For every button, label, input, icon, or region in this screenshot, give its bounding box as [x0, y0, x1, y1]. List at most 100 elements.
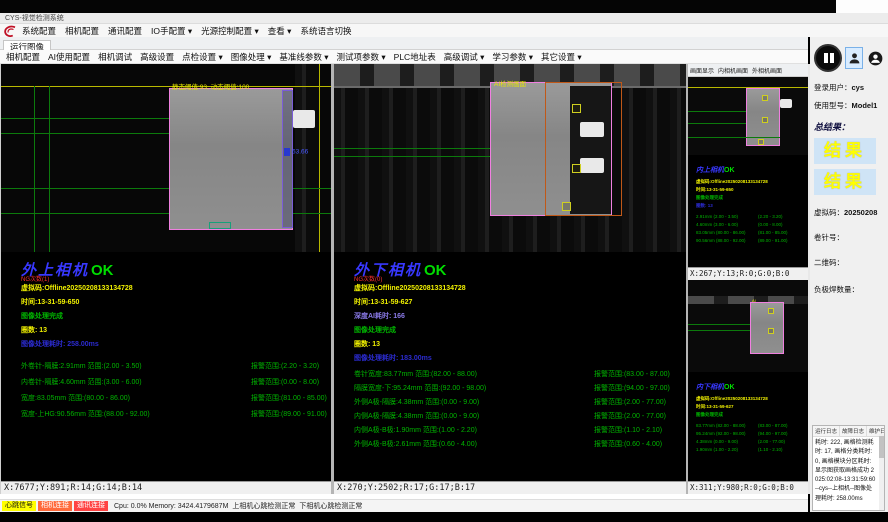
alarm-range: (0.00 - 8.00)	[758, 222, 783, 227]
toolbar-item[interactable]: 相机调试	[98, 51, 132, 63]
toolbar-item[interactable]: 相机配置	[6, 51, 40, 63]
user-icon	[848, 51, 861, 66]
measurement-value: 4.38mm (0.00 - 9.00)	[696, 439, 758, 444]
toolbar-item[interactable]: PLC地址表	[394, 51, 436, 63]
turns-line: 圈数: 13	[696, 203, 808, 209]
alarm-range: (2.20 - 3.20)	[758, 214, 783, 219]
turns-line: 圈数: 13	[21, 325, 331, 335]
measurement-value: 1.90mm (1.00 - 2.20)	[696, 447, 758, 452]
log-scrollbar[interactable]	[879, 434, 884, 511]
camera-panel-mid: AI检测画面 外下相机OK NG次数(0) 虚拟码:Offline2025020…	[334, 64, 686, 494]
menu-item[interactable]: 光源控制配置 ▾	[201, 25, 259, 37]
menu-item[interactable]: 系统配置	[22, 25, 56, 37]
alarm-range: (94.00 - 97.00)	[758, 431, 788, 436]
alarm-range: 报警范围:(2.00 - 77.00)	[594, 397, 666, 407]
toolbar-item[interactable]: 测试项参数 ▾	[337, 51, 386, 63]
measurement-value: 内侧A极-B极:1.90mm 范围:(1.00 - 2.20)	[354, 425, 594, 435]
thumbnail-header: 画面显示内相机画面外相机画面	[688, 64, 808, 77]
ai-time-line: 深度AI耗时: 166	[354, 311, 686, 321]
operator-button[interactable]	[866, 47, 884, 69]
turns-line: 圈数: 13	[354, 339, 686, 349]
toolbar-item[interactable]: 高级调试 ▾	[444, 51, 485, 63]
measurement-row: 隔膜宽度-下:95.24mm 范围:(92.00 - 98.00) 报警范围:(…	[354, 383, 686, 393]
measurement-row: 95.24mm (92.00 - 98.00) (94.00 - 97.00)	[696, 431, 808, 436]
baseline-horizontal	[1, 86, 331, 87]
alarm-range: (2.00 - 77.00)	[758, 439, 785, 444]
cpu-memory-text: Cpu: 0.0% Memory: 3424.4179687M	[114, 503, 228, 510]
thumbnail-view-option[interactable]: 外相机画面	[752, 66, 782, 75]
thumbnail-top[interactable]: 内上相机OK 虚拟码:Offline20250208133134728 时间:1…	[688, 77, 808, 267]
thumbnail-view-option[interactable]: 内相机画面	[718, 66, 748, 75]
thumbnail-view-option[interactable]: 画面显示	[690, 66, 714, 75]
menu-item[interactable]: IO手配置 ▾	[151, 25, 192, 37]
measurement-row: 内卷针-隔膜:4.60mm 范围:(3.00 - 6.00) 报警范围:(0.0…	[21, 377, 331, 387]
measurement-value: 90.56mm (88.00 - 92.00)	[696, 238, 758, 243]
menu-item[interactable]: 通讯配置	[108, 25, 142, 37]
ai-overlay-label: AI检测画面	[494, 78, 526, 88]
pixel-coords-left: X:7677;Y:891;R:14;G:14;B:14	[1, 481, 331, 494]
toolbar-item[interactable]: 其它设置 ▾	[541, 51, 582, 63]
thumbnail-top-info: 内上相机OK 虚拟码:Offline20250208133134728 时间:1…	[688, 155, 808, 243]
upper-camera-heartbeat-text: 上相机心跳检测正常	[232, 501, 295, 511]
camera-image-left[interactable]: 静态阈值:93, 动态阈值:100 63.66	[1, 64, 331, 252]
status-bar: 心跳信号 相机连接 通讯连接 Cpu: 0.0% Memory: 3424.41…	[0, 499, 808, 512]
window-title: CYS-视觉检测系统	[5, 15, 64, 22]
threshold-overlay: 静态阈值:93, 动态阈值:100	[172, 81, 249, 91]
process-time-line: 图像处理耗时: 183.00ms	[354, 353, 686, 363]
alarm-range: 报警范围:(2.00 - 77.00)	[594, 411, 666, 421]
toolbar-item[interactable]: AI使用配置	[48, 51, 90, 63]
measurement-row: 外卷针-隔膜:2.91mm 范围:(2.00 - 3.50) 报警范围:(2.2…	[21, 361, 331, 371]
alarm-range: 报警范围:(83.00 - 87.00)	[594, 369, 670, 379]
measurement-value: 卷针宽度:83.77mm 范围:(82.00 - 88.00)	[354, 369, 594, 379]
toolbar-item[interactable]: 图像处理 ▾	[231, 51, 272, 63]
weld-count-field: 负极焊数量：	[814, 284, 885, 295]
total-result-label: 总结果：	[814, 120, 885, 133]
camera-panel-left: 静态阈值:93, 动态阈值:100 63.66 外上相机OK NG次数(1) 虚…	[0, 64, 331, 494]
baseline-vertical	[319, 64, 320, 252]
thumbnail-column: 画面显示内相机画面外相机画面 内上相机OK 虚拟码:Offline2025020…	[688, 64, 808, 494]
marker-chip	[284, 148, 290, 156]
heartbeat-badge: 心跳信号	[2, 501, 36, 511]
camera-info-left: 外上相机OK NG次数(1) 虚拟码:Offline20250208133134…	[1, 252, 331, 419]
log-tab[interactable]: 故障日志	[840, 426, 867, 436]
user-circle-icon	[868, 51, 883, 66]
log-box: 运行日志故障日志维护日志 耗时: 222, 画格检测耗时: 17, 画格分类耗时…	[812, 425, 885, 511]
toolbar-item[interactable]: 学习参数 ▾	[492, 51, 533, 63]
alarm-range: (89.00 - 91.00)	[758, 238, 788, 243]
pixel-coords-mid: X:270;Y:2502;R:17;G:17;B:17	[334, 481, 686, 494]
measurement-row: 内侧A极-隔膜:4.38mm 范围:(0.00 - 9.00) 报警范围:(2.…	[354, 411, 686, 421]
thumbnail-bottom[interactable]: AI 内下相机OK 虚拟码:Offline20250208133134728 时…	[688, 280, 808, 481]
pause-button[interactable]	[814, 44, 842, 72]
alarm-range: 报警范围:(0.60 - 4.00)	[594, 439, 662, 449]
login-user-button[interactable]	[845, 47, 863, 69]
measurement-value: 95.24mm (92.00 - 98.00)	[696, 431, 758, 436]
measurement-value: 2.91mm (2.00 - 3.50)	[696, 214, 758, 219]
menu-item[interactable]: 查看 ▾	[268, 25, 292, 37]
roi-yellow	[572, 104, 581, 113]
control-panel: 登录用户：cys 使用型号：Model1 总结果： 结果 结果 虚拟码：2025…	[810, 37, 888, 514]
camera-name: 内下相机	[696, 384, 724, 391]
menu-item[interactable]: 相机配置	[65, 25, 99, 37]
menu-item[interactable]: 系统语言切换	[300, 25, 351, 37]
camera-connect-badge: 相机连接	[38, 501, 72, 511]
toolbar-item[interactable]: 高级设置	[140, 51, 174, 63]
virtual-code-line: 虚拟码:Offline20250208133134728	[696, 396, 808, 402]
alarm-range: 报警范围:(81.00 - 85.00)	[251, 393, 327, 403]
toolbar-item[interactable]: 点检设置 ▾	[182, 51, 223, 63]
measurement-value: 4.60mm (3.00 - 6.00)	[696, 222, 758, 227]
ng-count: NG次数(0)	[354, 274, 382, 283]
value-overlay: 63.66	[284, 148, 308, 156]
bottom-black-area	[0, 512, 888, 522]
alarm-range: 报警范围:(89.00 - 91.00)	[251, 409, 327, 419]
toolbar-item[interactable]: 基准线参数 ▾	[279, 51, 328, 63]
measurement-row: 卷针宽度:83.77mm 范围:(82.00 - 88.00) 报警范围:(83…	[354, 369, 686, 379]
camera-image-mid[interactable]: AI检测画面	[334, 64, 686, 252]
app-window: CYS-视觉检测系统 系统配置相机配置通讯配置IO手配置 ▾光源控制配置 ▾查看…	[0, 0, 888, 522]
camera-info-mid: 外下相机OK NG次数(0) 虚拟码:Offline20250208133134…	[334, 252, 686, 449]
measurement-row: 90.56mm (88.00 - 92.00) (89.00 - 91.00)	[696, 238, 808, 243]
alarm-range: 报警范围:(0.00 - 8.00)	[251, 377, 319, 387]
model-field: 使用型号：Model1	[814, 100, 885, 111]
measurement-row: 4.38mm (0.00 - 9.00) (2.00 - 77.00)	[696, 439, 808, 444]
top-strip	[0, 0, 888, 13]
log-tab[interactable]: 运行日志	[813, 426, 840, 436]
